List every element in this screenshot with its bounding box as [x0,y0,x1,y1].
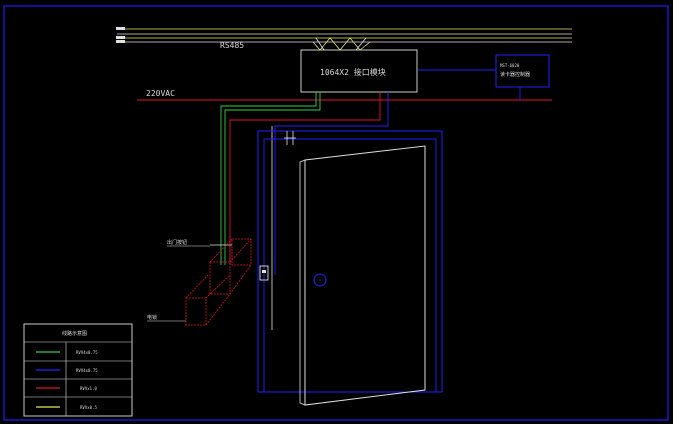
door-frame [257,130,443,393]
rs485-label: RS485 [220,41,244,50]
bus-end-marker [116,27,125,30]
door-sensor-icon [284,131,296,145]
exit-button-device [209,238,252,295]
rs485-bus [117,28,572,51]
reader-name: 读卡器控制器 [500,71,530,78]
legend-item-label: RVVx0.5 [80,405,97,410]
door-leaf [299,145,426,406]
lock-label: 电锁 [147,314,157,321]
module-label: 1064X2 接口模块 [320,67,386,77]
card-reader-slot [262,270,266,273]
door-handle-icon [313,273,327,287]
bus-end-marker [116,36,125,39]
legend: 线路示意图 RVV4x0.75 RVV4x0.75 RVVx1.0 RVVx0.… [23,323,133,417]
legend-item-label: RVV4x0.75 [76,368,98,373]
lock-device [185,274,231,326]
legend-item-label: RVVx1.0 [80,386,97,391]
exit-button-label: 出门按钮 [167,239,187,246]
legend-item-label: RVV4x0.75 [76,350,98,355]
reader-model: MST-6020 [500,63,520,68]
power-label: 220VAC [146,89,175,98]
legend-title: 线路示意图 [62,330,87,337]
bus-end-marker [116,40,125,43]
reader-controller [495,54,550,88]
door-access-wiring-diagram: RS485 220VAC 1064X2 接口模块 MST-6020 读卡器控制器 [3,5,669,421]
